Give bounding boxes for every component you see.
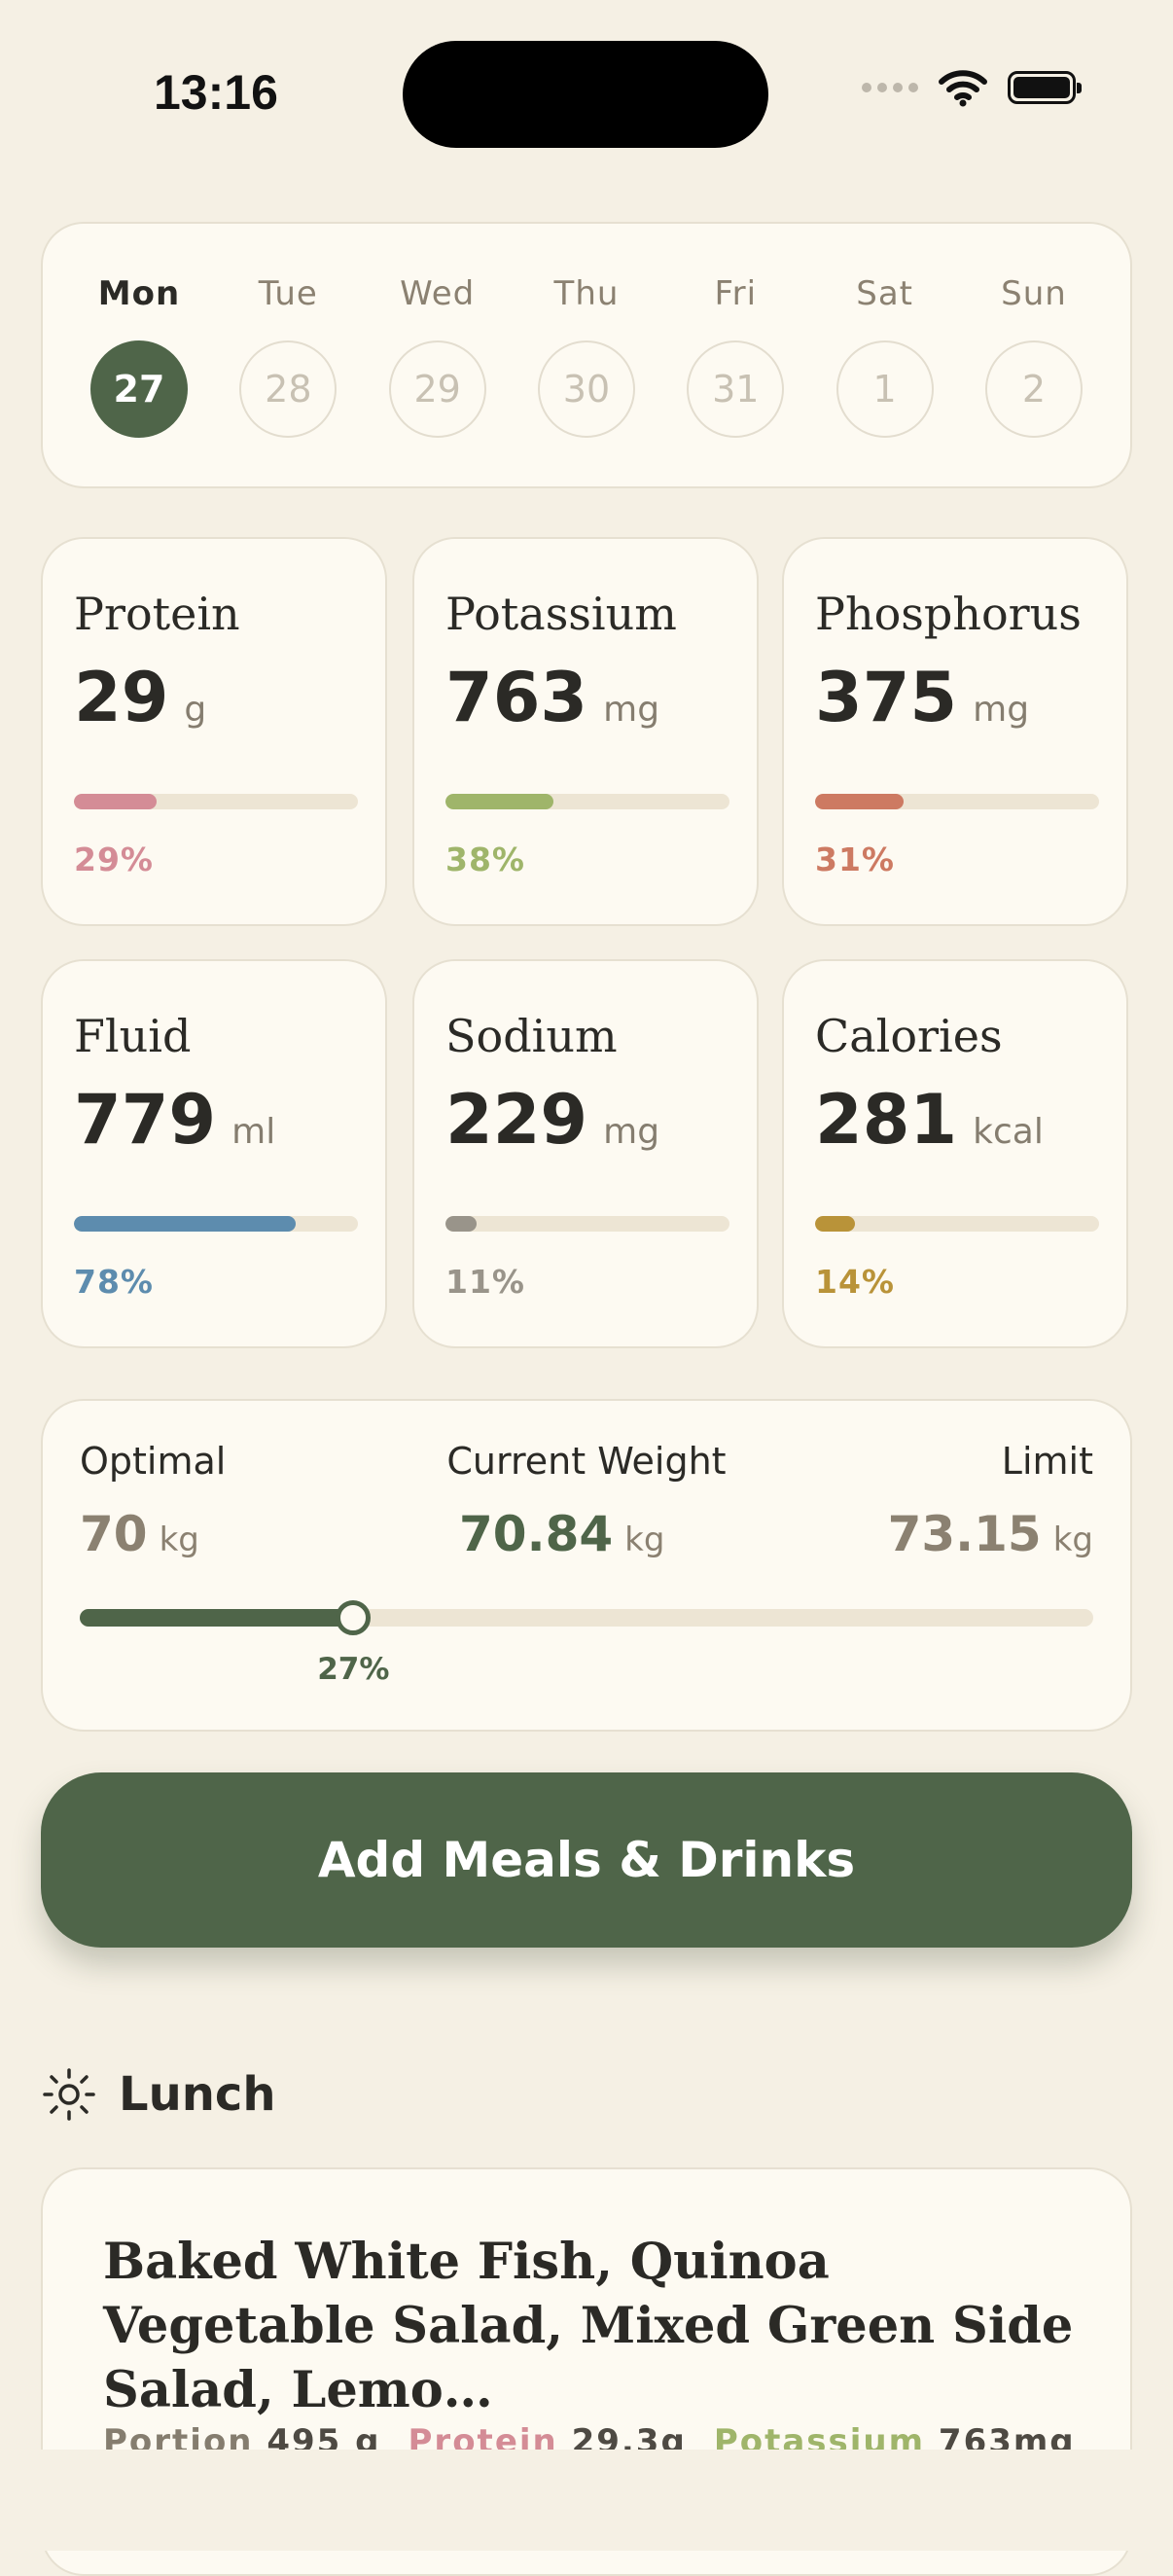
nutrient-card-sodium[interactable]: Sodium 229 mg 11%	[412, 959, 759, 1348]
current-weight-number: 70.84	[459, 1506, 614, 1562]
nutrient-card-potassium[interactable]: Potassium 763 mg 38%	[412, 537, 759, 926]
nutrient-card-protein[interactable]: Protein 29 g 29%	[41, 537, 387, 926]
weight-progress-thumb[interactable]	[336, 1600, 372, 1635]
day-sat[interactable]: Sat 1	[832, 274, 939, 438]
nutrient-value: 281 kcal	[815, 1080, 1044, 1160]
day-name: Sun	[1001, 274, 1067, 313]
dynamic-island	[403, 41, 768, 148]
nutrient-name: Protein	[74, 588, 240, 640]
day-name: Tue	[258, 274, 318, 313]
nutrient-progress-track	[74, 794, 358, 809]
nutrient-progress-fill	[74, 794, 157, 809]
nutrient-progress-fill	[815, 794, 904, 809]
nutrient-progress-fill	[445, 1216, 478, 1232]
week-selector: Mon 27 Tue 28 Wed 29 Thu 30 Fri 31 Sat 1 Sun 2	[41, 222, 1132, 488]
lunch-section-header: Lunch	[41, 2066, 276, 2123]
current-weight-label: Current Weight	[446, 1440, 727, 1483]
weight-progress-fill	[80, 1609, 354, 1627]
nutrient-card-phosphorus[interactable]: Phosphorus 375 mg 31%	[782, 537, 1128, 926]
day-number[interactable]: 30	[537, 340, 635, 438]
weight-progress-track	[80, 1600, 1093, 1635]
day-thu[interactable]: Thu 30	[533, 274, 640, 438]
nutrient-name: Fluid	[74, 1010, 192, 1062]
nutrient-percent: 38%	[445, 841, 525, 878]
day-number[interactable]: 27	[90, 340, 188, 438]
sun-icon	[43, 2068, 95, 2121]
nutrient-name: Potassium	[445, 588, 677, 640]
nutrient-progress-track	[74, 1216, 358, 1232]
nutrient-amount: 375	[815, 658, 958, 737]
nutrient-amount: 281	[815, 1080, 958, 1160]
nutrient-value: 229 mg	[445, 1080, 659, 1160]
section-title: Lunch	[119, 2067, 276, 2122]
day-number[interactable]: 2	[984, 340, 1083, 438]
nutrient-percent: 29%	[74, 841, 154, 878]
limit-label: Limit	[1001, 1440, 1093, 1483]
nutrient-progress-track	[815, 794, 1099, 809]
nutrient-percent: 78%	[74, 1263, 154, 1301]
status-bar: 13:16	[0, 0, 1173, 185]
meal-title: Baked White Fish, Quinoa Vegetable Salad…	[103, 2233, 1074, 2419]
nutrient-value: 763 mg	[445, 658, 659, 737]
day-wed[interactable]: Wed 29	[384, 274, 491, 438]
nutrient-name: Phosphorus	[815, 588, 1082, 640]
nutrient-unit: g	[184, 690, 207, 730]
day-name: Wed	[400, 274, 476, 313]
nutrient-value: 779 ml	[74, 1080, 275, 1160]
signal-icon	[862, 83, 918, 92]
optimal-value: 70 kg	[80, 1506, 199, 1562]
nutrient-progress-track	[815, 1216, 1099, 1232]
battery-icon	[1008, 71, 1082, 104]
nutrient-unit: ml	[231, 1112, 276, 1152]
wifi-icon	[939, 70, 987, 107]
day-number[interactable]: 31	[687, 340, 785, 438]
nutrient-amount: 779	[74, 1080, 217, 1160]
limit-unit: kg	[1052, 1521, 1093, 1559]
nutrient-amount: 763	[445, 658, 588, 737]
nutrient-card-calories[interactable]: Calories 281 kcal 14%	[782, 959, 1128, 1348]
nutrient-progress-track	[445, 1216, 729, 1232]
day-name: Fri	[714, 274, 758, 313]
nutrient-percent: 31%	[815, 841, 895, 878]
day-number[interactable]: 29	[388, 340, 486, 438]
nutrient-unit: mg	[603, 690, 660, 730]
day-sun[interactable]: Sun 2	[980, 274, 1087, 438]
bottom-fade	[0, 2450, 1173, 2551]
nutrient-percent: 14%	[815, 1263, 895, 1301]
nutrient-progress-fill	[74, 1216, 296, 1232]
nutrient-amount: 29	[74, 658, 169, 737]
day-name: Thu	[553, 274, 620, 313]
nutrient-percent: 11%	[445, 1263, 525, 1301]
day-mon[interactable]: Mon 27	[86, 274, 193, 438]
nutrient-value: 29 g	[74, 658, 206, 737]
optimal-unit: kg	[159, 1521, 199, 1559]
day-number[interactable]: 28	[239, 340, 338, 438]
day-tue[interactable]: Tue 28	[234, 274, 341, 438]
nutrient-unit: mg	[973, 690, 1030, 730]
current-weight-value: 70.84 kg	[459, 1506, 664, 1562]
nutrient-card-fluid[interactable]: Fluid 779 ml 78%	[41, 959, 387, 1348]
nutrient-name: Calories	[815, 1010, 1003, 1062]
weight-progress-percent: 27%	[317, 1652, 390, 1687]
day-name: Mon	[97, 274, 181, 313]
status-time: 13:16	[154, 65, 278, 120]
nutrient-unit: mg	[603, 1112, 660, 1152]
nutrient-unit: kcal	[973, 1112, 1044, 1152]
limit-value: 73.15 kg	[888, 1506, 1093, 1562]
status-icons	[862, 68, 1082, 107]
day-name: Sat	[856, 274, 914, 313]
nutrient-amount: 229	[445, 1080, 588, 1160]
add-meals-drinks-button[interactable]: Add Meals & Drinks	[41, 1772, 1132, 1948]
current-weight-unit: kg	[624, 1521, 665, 1559]
nutrient-progress-fill	[445, 794, 553, 809]
nutrient-progress-track	[445, 794, 729, 809]
day-number[interactable]: 1	[835, 340, 934, 438]
nutrient-value: 375 mg	[815, 658, 1029, 737]
day-fri[interactable]: Fri 31	[682, 274, 789, 438]
optimal-number: 70	[80, 1506, 148, 1562]
nutrient-progress-fill	[815, 1216, 855, 1232]
nutrient-name: Sodium	[445, 1010, 618, 1062]
weight-card[interactable]: Optimal Current Weight Limit 70 kg 70.84…	[41, 1399, 1132, 1732]
limit-number: 73.15	[887, 1506, 1042, 1562]
